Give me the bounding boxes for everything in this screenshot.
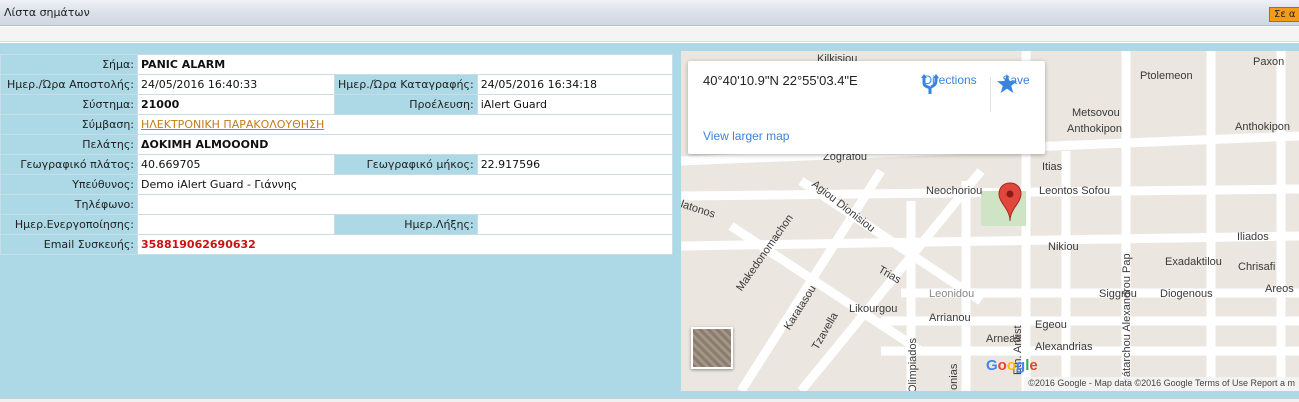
street-label: Arrianou xyxy=(929,312,971,324)
client-label: Πελάτης: xyxy=(0,134,138,155)
street-label: Egeou xyxy=(1035,319,1067,331)
window-titlebar: Λίστα σημάτων Σε α xyxy=(0,0,1299,26)
street-label: Exadaktilou xyxy=(1165,256,1222,268)
phone-label: Τηλέφωνο: xyxy=(0,194,138,215)
street-label: Areos xyxy=(1265,283,1294,295)
street-label: Leontos Sofou xyxy=(1039,185,1110,197)
signal-label: Σήμα: xyxy=(0,54,138,75)
contract-label: Σύμβαση: xyxy=(0,114,138,135)
street-label: Ptolemeon xyxy=(1140,70,1193,82)
star-icon xyxy=(997,74,1017,93)
view-larger-map-link[interactable]: View larger map xyxy=(703,129,789,143)
table-row: Σύστημα: 21000 Προέλευση: iAlert Guard xyxy=(0,94,673,115)
expiry-label: Ημερ.Λήξης: xyxy=(334,214,478,235)
activation-label: Ημερ.Ενεργοποίησης: xyxy=(0,214,138,235)
map-attribution[interactable]: ©2016 Google - Map data ©2016 Google Ter… xyxy=(1024,377,1299,391)
longitude-label: Γεωγραφικό μήκος: xyxy=(334,154,478,175)
origin-value: iAlert Guard xyxy=(476,94,673,115)
street-label: Diogenous xyxy=(1160,288,1213,300)
table-row: Ημερ./Ώρα Αποστολής: 24/05/2016 16:40:33… xyxy=(0,74,673,95)
contract-link[interactable]: ΗΛΕΚΤΡΟΝΙΚΗ ΠΑΡΑΚΟΛΟΥΘΗΣΗ xyxy=(141,118,324,131)
system-label: Σύστημα: xyxy=(0,94,138,115)
latitude-value: 40.669705 xyxy=(137,154,335,175)
street-label: Strátarchou Alexandrou Pap xyxy=(1121,253,1133,391)
map-info-card: 40°40'10.9"N 22°55'03.4"E Directions Sav… xyxy=(688,61,1045,154)
street-label: Ionias xyxy=(948,363,960,391)
expiry-value xyxy=(476,214,673,235)
street-label: Alexandrias xyxy=(1035,341,1093,353)
street-label: Metsovou xyxy=(1072,107,1120,119)
street-label: Anthokipon xyxy=(1067,123,1123,135)
email-value: 358819062690632 xyxy=(137,234,673,255)
phone-value xyxy=(137,194,673,215)
table-row: Γεωγραφικό πλάτος: 40.669705 Γεωγραφικό … xyxy=(0,154,673,175)
satellite-thumbnail-button[interactable] xyxy=(691,327,733,369)
contract-cell: ΗΛΕΚΤΡΟΝΙΚΗ ΠΑΡΑΚΟΛΟΥΘΗΣΗ xyxy=(137,114,673,135)
table-row: Ημερ.Ενεργοποίησης: Ημερ.Λήξης: xyxy=(0,214,673,235)
street-label: Anthokipon xyxy=(1235,121,1291,133)
recorded-value: 24/05/2016 16:34:18 xyxy=(476,74,673,95)
signal-details-table: Σήμα: PANIC ALARM Ημερ./Ώρα Αποστολής: 2… xyxy=(0,54,673,255)
google-map[interactable]: Kilkisiou Ptolemeon Paxon Metsovou Antho… xyxy=(681,51,1299,391)
orange-action-button[interactable]: Σε α xyxy=(1269,7,1299,22)
origin-label: Προέλευση: xyxy=(334,94,478,115)
window-title: Λίστα σημάτων xyxy=(4,6,90,19)
toolbar-strip xyxy=(0,27,1299,42)
table-row: Πελάτης: ΔΟΚΙΜΗ ALMOOOND xyxy=(0,134,673,155)
street-label: Neochoriou xyxy=(926,185,983,197)
sent-label: Ημερ./Ώρα Αποστολής: xyxy=(0,74,138,95)
directions-button[interactable]: Directions xyxy=(920,73,980,94)
directions-icon xyxy=(921,74,939,94)
location-pin-icon[interactable] xyxy=(998,181,1022,223)
table-row: Σύμβαση: ΗΛΕΚΤΡΟΝΙΚΗ ΠΑΡΑΚΟΛΟΥΘΗΣΗ xyxy=(0,114,673,135)
street-label: Likourgou xyxy=(849,303,898,315)
table-row: Τηλέφωνο: xyxy=(0,194,673,215)
bottom-divider xyxy=(0,398,1299,402)
system-value: 21000 xyxy=(137,94,335,115)
longitude-value: 22.917596 xyxy=(476,154,673,175)
responsible-label: Υπεύθυνος: xyxy=(0,174,138,195)
table-row: Σήμα: PANIC ALARM xyxy=(0,54,673,75)
sent-value: 24/05/2016 16:40:33 xyxy=(137,74,335,95)
save-button[interactable]: Save xyxy=(996,73,1036,93)
street-label: Leonidou xyxy=(929,288,975,300)
table-row: Email Συσκευής: 358819062690632 xyxy=(0,234,673,255)
email-label: Email Συσκευής: xyxy=(0,234,138,255)
card-divider xyxy=(990,77,991,112)
street-label: Nikiou xyxy=(1048,241,1079,253)
responsible-value: Demo iAlert Guard - Γιάννης xyxy=(137,174,673,195)
street-label: Olimpiados xyxy=(907,337,919,391)
recorded-label: Ημερ./Ώρα Καταγραφής: xyxy=(334,74,478,95)
signal-value: PANIC ALARM xyxy=(137,54,673,75)
street-label: Chrisafi xyxy=(1238,261,1276,273)
street-label: Iliados xyxy=(1237,231,1269,243)
street-label: Itias xyxy=(1042,161,1063,173)
activation-value xyxy=(137,214,335,235)
google-logo: Google xyxy=(986,357,1038,374)
table-row: Υπεύθυνος: Demo iAlert Guard - Γιάννης xyxy=(0,174,673,195)
latitude-label: Γεωγραφικό πλάτος: xyxy=(0,154,138,175)
client-value: ΔΟΚΙΜΗ ALMOOOND xyxy=(137,134,673,155)
street-label: Paxon xyxy=(1253,56,1285,68)
map-coordinates: 40°40'10.9"N 22°55'03.4"E xyxy=(703,73,858,88)
